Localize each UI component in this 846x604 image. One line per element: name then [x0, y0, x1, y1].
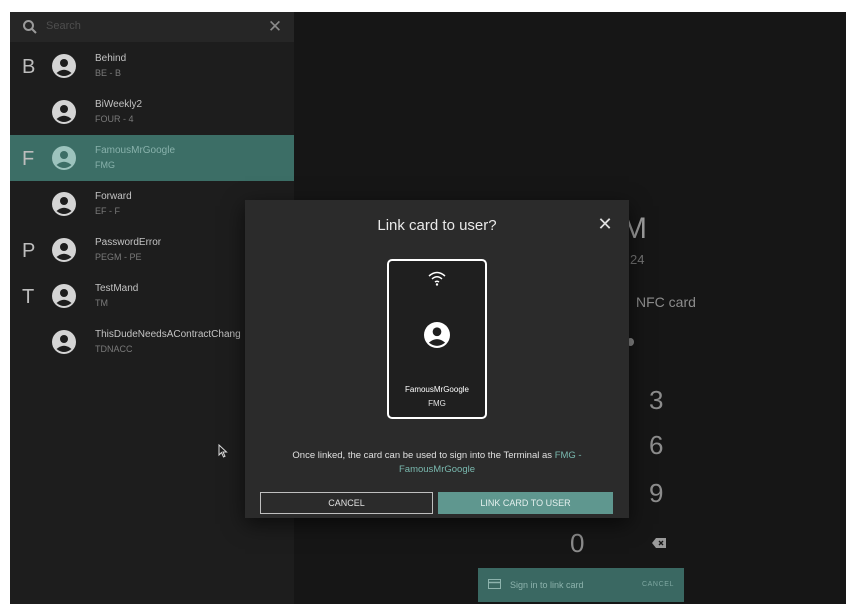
dialog-message: Once linked, the card can be used to sig…	[265, 449, 609, 477]
search-icon	[23, 20, 37, 34]
user-name: TestMand	[95, 283, 139, 294]
link-card-dialog: Link card to user? ✕ FamousMrGoogle FMG …	[245, 200, 629, 518]
user-avatar-icon	[52, 146, 76, 170]
cancel-button[interactable]: CANCEL	[260, 492, 433, 514]
keypad-key-0[interactable]: 0	[570, 528, 584, 559]
link-card-to-user-button[interactable]: LINK CARD TO USER	[438, 492, 613, 514]
user-avatar-icon	[52, 284, 76, 308]
keypad-key-9[interactable]: 9	[649, 478, 663, 509]
close-icon[interactable]: ✕	[264, 16, 286, 38]
user-avatar-icon	[424, 322, 450, 348]
user-name: ThisDudeNeedsAContractChang	[95, 329, 241, 340]
card-user-code: FMG	[428, 399, 446, 408]
search-bar[interactable]: Search ✕	[10, 12, 294, 42]
keypad-key-6[interactable]: 6	[649, 430, 663, 461]
user-code: PEGM - PE	[95, 252, 142, 262]
sign-in-label: Sign in to link card	[510, 580, 584, 590]
group-letter: F	[22, 148, 35, 170]
terminal-screen: Search ✕ B Behind BE - B BiWeekly2 FOUR - 4 F…	[10, 12, 846, 604]
user-name: BiWeekly2	[95, 99, 143, 110]
dialog-title: Link card to user?	[377, 217, 497, 234]
user-name: Behind	[95, 53, 127, 64]
user-avatar-icon	[52, 54, 76, 78]
user-code: EF - F	[95, 206, 120, 216]
user-avatar-icon	[52, 192, 76, 216]
mouse-cursor-icon	[218, 444, 228, 458]
close-icon[interactable]: ✕	[595, 214, 615, 234]
nfc-icon	[428, 271, 446, 286]
user-code: TDNACC	[95, 344, 133, 354]
user-avatar-icon	[52, 100, 76, 124]
user-code: BE - B	[95, 68, 122, 78]
backspace-icon[interactable]	[652, 538, 666, 548]
user-avatar-icon	[52, 330, 76, 354]
dialog-message-text: Once linked, the card can be used to sig…	[292, 450, 555, 461]
user-name: FamousMrGoogle	[95, 145, 176, 156]
user-code: FOUR - 4	[95, 114, 134, 124]
group-letter: B	[22, 56, 36, 78]
sign-in-cancel-button[interactable]: CANCEL	[642, 581, 674, 588]
group-letter: T	[22, 286, 35, 308]
card-user-name: FamousMrGoogle	[404, 385, 470, 394]
sign-in-to-link-bar: Sign in to link card CANCEL	[478, 568, 684, 602]
user-code: TM	[95, 298, 108, 308]
user-list-item[interactable]: B Behind BE - B	[10, 43, 294, 89]
user-avatar-icon	[52, 238, 76, 262]
keypad-key-3[interactable]: 3	[649, 385, 663, 416]
user-list-item[interactable]: F FamousMrGoogle FMG	[10, 135, 294, 181]
search-input[interactable]: Search	[46, 20, 81, 32]
card-icon	[488, 579, 501, 589]
nfc-card-preview: FamousMrGoogle FMG	[387, 259, 487, 419]
nfc-prompt: NFC card	[636, 294, 696, 310]
user-name: PasswordError	[95, 237, 162, 248]
user-code: FMG	[95, 160, 115, 170]
user-list-item[interactable]: BiWeekly2 FOUR - 4	[10, 89, 294, 135]
user-name: Forward	[95, 191, 132, 202]
group-letter: P	[22, 240, 36, 262]
date-fragment: 24	[630, 252, 645, 267]
